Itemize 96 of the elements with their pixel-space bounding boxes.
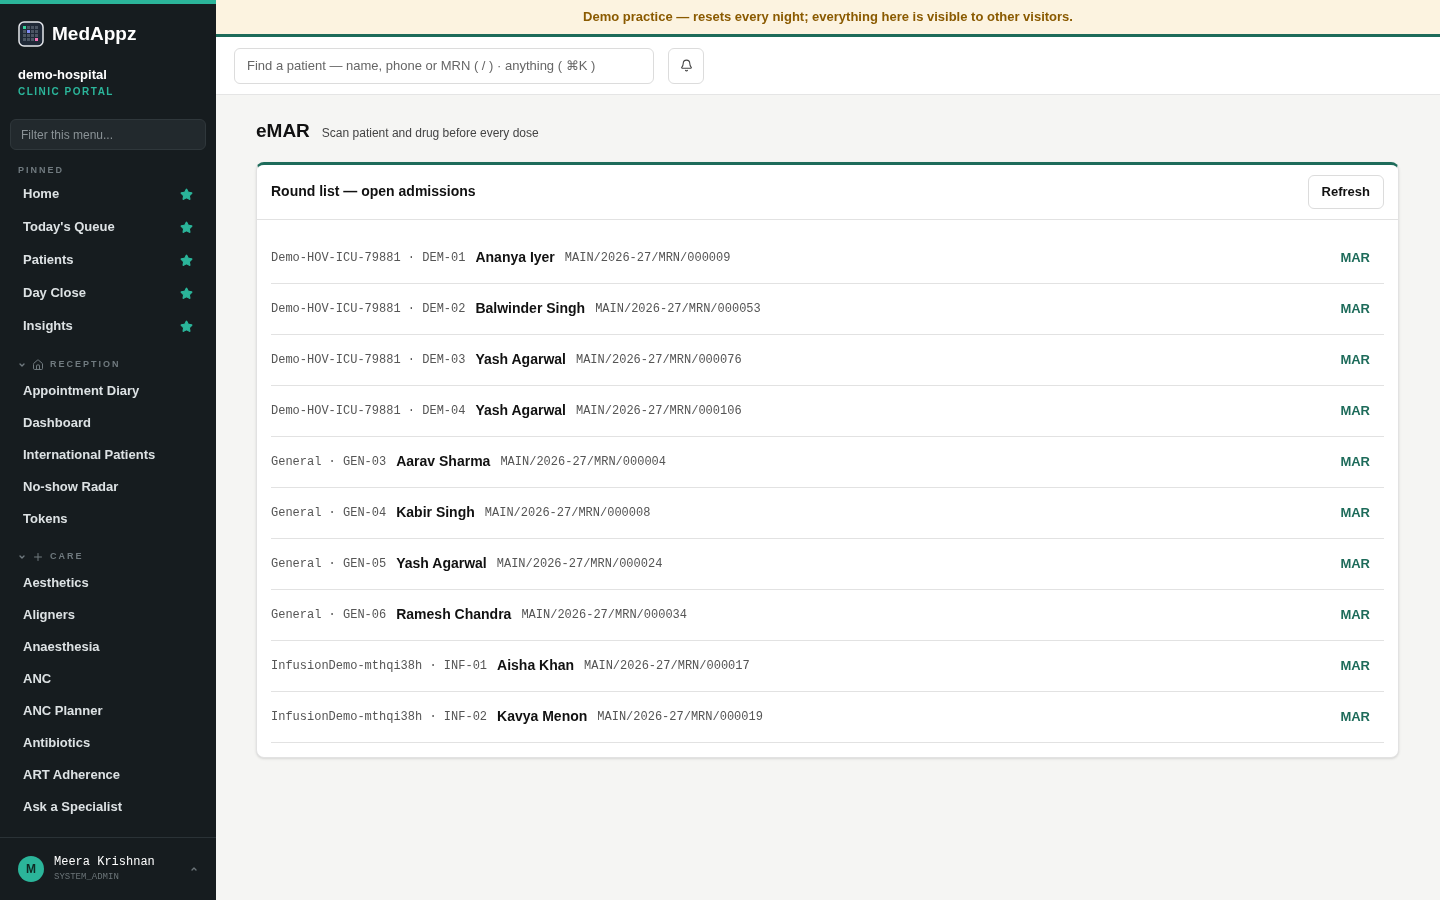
- bed-location: General · GEN-04: [271, 504, 387, 522]
- patient-name: Yash Agarwal: [396, 554, 487, 573]
- patient-name: Aarav Sharma: [396, 452, 491, 471]
- admission-row[interactable]: General · GEN-05 Yash Agarwal MAIN/2026-27/MRN/000024 MAR: [271, 538, 1384, 590]
- bed-location: Demo-HOV-ICU-79881 · DEM-01: [271, 249, 466, 267]
- star-icon: [180, 220, 193, 234]
- patient-name: Aisha Khan: [497, 656, 575, 675]
- caret-icon: [190, 865, 198, 873]
- star-icon: [180, 286, 193, 300]
- bell-icon: [679, 59, 693, 72]
- section-heading: PINNED: [17, 164, 65, 177]
- search-field[interactable]: Find a patient — name, phone or MRN ( / ) · anything ( ⌘K ): [234, 47, 654, 84]
- section-heading: RECEPTION: [50, 357, 121, 371]
- sidebar-item[interactable]: No-show Radar: [10, 470, 206, 503]
- section-heading: CARE: [50, 549, 84, 563]
- mrn-number: MAIN/2026-27/MRN/000017: [584, 657, 750, 675]
- mrn-number: MAIN/2026-27/MRN/000076: [575, 351, 742, 369]
- notifications-button[interactable]: [668, 47, 704, 84]
- bed-location: Demo-HOV-ICU-79881 · DEM-04: [271, 402, 466, 420]
- admission-row[interactable]: General · GEN-06 Ramesh Chandra MAIN/2026-27/MRN/000034 MAR: [271, 589, 1384, 641]
- sidebar-item[interactable]: Today's Queue: [10, 210, 206, 244]
- star-icon: [180, 253, 193, 267]
- sidebar-item[interactable]: Home: [10, 177, 206, 211]
- patient-name: Ramesh Chandra: [396, 605, 512, 624]
- mrn-number: MAIN/2026-27/MRN/000008: [484, 504, 651, 522]
- mrn-number: MAIN/2026-27/MRN/000034: [521, 606, 687, 624]
- star-icon: [180, 319, 193, 333]
- sidebar-item[interactable]: ANC: [10, 662, 206, 695]
- sidebar-item[interactable]: ANC Planner: [10, 694, 206, 727]
- mrn-number: MAIN/2026-27/MRN/000106: [575, 402, 742, 420]
- patient-name: Ananya Iyer: [475, 248, 555, 267]
- page-title: eMAR: [256, 119, 310, 143]
- bed-location: General · GEN-05: [271, 555, 387, 573]
- brand-name: MedAppz: [52, 22, 137, 46]
- mrn-number: MAIN/2026-27/MRN/000009: [564, 249, 731, 267]
- mar-link[interactable]: MAR: [1340, 451, 1370, 472]
- sidebar-item[interactable]: Appointment Diary: [10, 374, 206, 407]
- bed-location: Demo-HOV-ICU-79881 · DEM-02: [271, 300, 466, 318]
- logo-icon: [18, 21, 44, 48]
- bed-location: General · GEN-06: [271, 606, 387, 624]
- page-subtitle: Scan patient and drug before every dose: [321, 125, 539, 142]
- sidebar-item[interactable]: Anaesthesia: [10, 630, 206, 663]
- mar-link[interactable]: MAR: [1340, 706, 1370, 727]
- patient-name: Yash Agarwal: [475, 350, 566, 369]
- demo-banner: Demo practice — resets every night; everything here is visible to other visitors.: [216, 0, 1440, 37]
- star-icon: [180, 187, 193, 201]
- patient-name: Yash Agarwal: [475, 401, 566, 420]
- sidebar-item[interactable]: Aesthetics: [10, 566, 206, 599]
- bed-location: Demo-HOV-ICU-79881 · DEM-03: [271, 351, 466, 369]
- mar-link[interactable]: MAR: [1340, 247, 1370, 268]
- bed-location: InfusionDemo-mthqi38h · INF-02: [271, 708, 488, 726]
- patient-name: Balwinder Singh: [475, 299, 586, 318]
- avatar: M: [18, 856, 44, 882]
- sidebar-item[interactable]: Ask a Specialist: [10, 790, 206, 823]
- sidebar-item[interactable]: Insights: [10, 309, 206, 343]
- mrn-number: MAIN/2026-27/MRN/000053: [595, 300, 761, 318]
- patient-name: Kavya Menon: [497, 707, 588, 726]
- user-name: Meera Krishnan: [54, 854, 156, 872]
- sidebar-item[interactable]: ART Adherence: [10, 758, 206, 791]
- mar-link[interactable]: MAR: [1340, 400, 1370, 421]
- mrn-number: MAIN/2026-27/MRN/000004: [500, 453, 667, 471]
- filter-field[interactable]: Filter this menu...: [10, 119, 206, 150]
- organization-name: demo-hospital: [17, 65, 108, 84]
- bed-location: General · GEN-03: [271, 453, 387, 471]
- admission-row[interactable]: InfusionDemo-mthqi38h · INF-01 Aisha Khan MAIN/2026-27/MRN/000017 MAR: [271, 640, 1384, 692]
- house-icon: [32, 358, 44, 371]
- sidebar-item[interactable]: Day Close: [10, 276, 206, 310]
- admission-row[interactable]: Demo-HOV-ICU-79881 · DEM-04 Yash Agarwal MAIN/2026-27/MRN/000106 MAR: [271, 385, 1384, 437]
- patient-name: Kabir Singh: [396, 503, 475, 522]
- sidebar-item[interactable]: Dashboard: [10, 406, 206, 439]
- mar-link[interactable]: MAR: [1340, 502, 1370, 523]
- admission-row[interactable]: General · GEN-04 Kabir Singh MAIN/2026-27/MRN/000008 MAR: [271, 487, 1384, 539]
- sidebar-item[interactable]: Tokens: [10, 502, 206, 535]
- mrn-number: MAIN/2026-27/MRN/000019: [597, 708, 763, 726]
- refresh-button[interactable]: Refresh: [1307, 174, 1384, 209]
- bed-location: InfusionDemo-mthqi38h · INF-01: [271, 657, 488, 675]
- mrn-number: MAIN/2026-27/MRN/000024: [496, 555, 663, 573]
- admission-row[interactable]: Demo-HOV-ICU-79881 · DEM-02 Balwinder Singh MAIN/2026-27/MRN/000053 MAR: [271, 283, 1384, 335]
- mar-link[interactable]: MAR: [1340, 604, 1370, 625]
- user-role: SYSTEM_ADMIN: [54, 871, 120, 885]
- user-panel[interactable]: M Meera Krishnan SYSTEM_ADMIN: [0, 837, 216, 900]
- mar-link[interactable]: MAR: [1340, 553, 1370, 574]
- admission-row[interactable]: General · GEN-03 Aarav Sharma MAIN/2026-27/MRN/000004 MAR: [271, 436, 1384, 488]
- sidebar-item[interactable]: Aligners: [10, 598, 206, 631]
- admission-row[interactable]: Demo-HOV-ICU-79881 · DEM-03 Yash Agarwal MAIN/2026-27/MRN/000076 MAR: [271, 334, 1384, 386]
- admission-row[interactable]: InfusionDemo-mthqi38h · INF-02 Kavya Menon MAIN/2026-27/MRN/000019 MAR: [271, 691, 1384, 743]
- admission-row[interactable]: Demo-HOV-ICU-79881 · DEM-01 Ananya Iyer MAIN/2026-27/MRN/000009 MAR: [271, 232, 1384, 284]
- mar-link[interactable]: MAR: [1340, 655, 1370, 676]
- sidebar-item[interactable]: Antibiotics: [10, 726, 206, 759]
- plus-icon: [32, 550, 44, 563]
- portal-label: CLINIC PORTAL: [17, 85, 115, 99]
- sidebar-item[interactable]: Patients: [10, 243, 206, 277]
- mar-link[interactable]: MAR: [1340, 298, 1370, 319]
- mar-link[interactable]: MAR: [1340, 349, 1370, 370]
- sidebar-item[interactable]: International Patients: [10, 438, 206, 471]
- card-title: Round list — open admissions: [271, 182, 476, 201]
